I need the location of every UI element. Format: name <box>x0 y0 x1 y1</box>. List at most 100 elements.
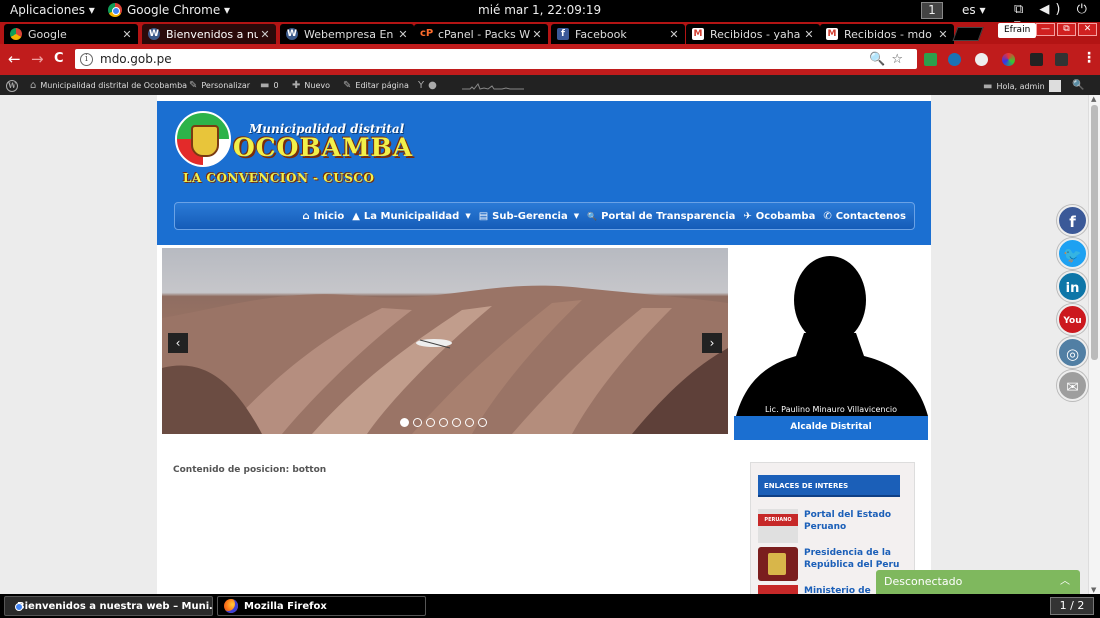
scroll-down-icon[interactable]: ▼ <box>1091 586 1096 594</box>
nav-sub-gerencia[interactable]: ▤ Sub-Gerencia ▼ <box>475 211 583 222</box>
facebook-icon[interactable]: f <box>1057 205 1088 236</box>
institution-icon: ▲ <box>352 210 360 222</box>
youtube-icon[interactable]: You <box>1057 304 1088 335</box>
close-icon[interactable]: ✕ <box>120 28 134 41</box>
admin-new[interactable]: ✚ Nuevo <box>292 80 330 91</box>
wordpress-icon: W <box>286 28 298 40</box>
reload-button[interactable]: C <box>54 50 64 68</box>
slider-prev-button[interactable]: ‹ <box>168 333 188 353</box>
nav-contactenos[interactable]: ✆ Contactenos <box>819 211 910 222</box>
logo-location: LA CONVENCION - CUSCO <box>183 171 375 185</box>
instagram-icon[interactable]: ◎ <box>1057 337 1088 368</box>
maximize-button[interactable]: ⧉ <box>1057 23 1076 36</box>
new-tab-button[interactable] <box>952 27 984 41</box>
extension-icon[interactable] <box>948 53 961 66</box>
chat-status-bar[interactable]: Desconectado ︿ <box>876 570 1080 594</box>
avatar <box>1048 80 1061 92</box>
slider-dot[interactable] <box>413 418 422 427</box>
main-nav: ⌂ Inicio ▲ La Municipalidad ▼ ▤ Sub-Gerencia… <box>174 202 915 230</box>
address-bar[interactable]: i mdo.gob.pe 🔍☆ <box>75 49 917 69</box>
close-icon[interactable]: ✕ <box>802 28 816 41</box>
home-icon: ⌂ <box>302 210 310 222</box>
slider-dot[interactable] <box>452 418 461 427</box>
wp-logo-button[interactable]: W <box>6 80 18 92</box>
nav-ocobamba[interactable]: ✈ Ocobamba <box>739 211 819 222</box>
forward-button[interactable]: → <box>31 50 44 68</box>
slider-dot[interactable] <box>465 418 474 427</box>
clock[interactable]: mié mar 1, 22:09:19 <box>478 3 601 17</box>
slider-dot[interactable] <box>439 418 448 427</box>
admin-site-name[interactable]: ⌂ Municipalidad distrital de Ocobamba <box>30 80 187 91</box>
omnibox-actions[interactable]: 🔍☆ <box>869 52 909 67</box>
extension-icon[interactable] <box>975 53 988 66</box>
taskbar-firefox-window[interactable]: Mozilla Firefox <box>217 596 426 616</box>
slider-dot[interactable] <box>426 418 435 427</box>
tab-google[interactable]: Google ✕ <box>4 24 138 44</box>
nav-inicio[interactable]: ⌂ Inicio <box>299 211 349 222</box>
pen-icon[interactable] <box>1055 53 1068 66</box>
linkedin-icon[interactable]: in <box>1057 271 1088 302</box>
chevron-up-icon[interactable]: ︿ <box>1060 570 1070 594</box>
plus-icon: ✚ <box>292 80 301 91</box>
nav-la-municipalidad[interactable]: ▲ La Municipalidad ▼ <box>348 211 475 222</box>
chrome-menu-icon[interactable]: ⋮ <box>1082 50 1096 66</box>
site-header: Municipalidad distrital OCOBAMBA LA CONV… <box>157 101 931 245</box>
chat-icon: ▬ <box>983 80 993 92</box>
link-title[interactable]: Portal del Estado Peruano <box>804 509 904 533</box>
slider-next-button[interactable]: › <box>702 333 722 353</box>
scroll-thumb[interactable] <box>1091 105 1098 360</box>
email-icon[interactable]: ✉ <box>1057 370 1088 401</box>
active-app-menu[interactable]: Google Chrome ▾ <box>108 3 230 17</box>
language-selector[interactable]: es ▾ <box>962 3 985 17</box>
taskbar-chrome-window[interactable]: Bienvenidos a nuestra web – Muni… <box>4 596 213 616</box>
tab-gmail-mdo[interactable]: M Recibidos - mdo ✕ <box>820 24 954 44</box>
stats-sparkline[interactable] <box>462 81 524 90</box>
image-slider: ‹ › <box>160 246 730 436</box>
close-icon[interactable]: ✕ <box>936 28 950 41</box>
url-text[interactable]: mdo.gob.pe <box>100 52 869 66</box>
admin-search[interactable]: 🔍 <box>1072 80 1084 91</box>
color-picker-icon[interactable] <box>1002 53 1015 66</box>
twitter-icon[interactable]: 🐦 <box>1057 238 1088 269</box>
firefox-icon <box>224 599 238 613</box>
admin-account[interactable]: ▬ Hola, admin <box>983 80 1061 92</box>
workspace-indicator[interactable]: 1 <box>921 2 943 19</box>
admin-customize[interactable]: ✎ Personalizar <box>189 80 250 91</box>
social-glyph: ◎ <box>1065 345 1080 363</box>
minimize-button[interactable]: — <box>1036 23 1055 36</box>
applications-menu[interactable]: Aplicaciones ▾ <box>10 3 95 17</box>
admin-edit-page[interactable]: ✎ Editar página <box>343 80 409 91</box>
close-icon[interactable]: ✕ <box>396 28 410 41</box>
mayor-title[interactable]: Alcalde Distrital <box>734 416 928 440</box>
workspace-pager[interactable]: 1 / 2 <box>1050 597 1094 615</box>
scroll-up-icon[interactable]: ▲ <box>1091 95 1096 103</box>
slider-dot[interactable] <box>478 418 487 427</box>
logo-title[interactable]: OCOBAMBA <box>233 133 413 162</box>
close-icon[interactable]: ✕ <box>530 28 544 41</box>
site-info-icon[interactable]: i <box>80 52 93 66</box>
thumb-label: PERUANO <box>758 514 798 526</box>
vertical-scrollbar[interactable]: ▲ ▼ <box>1088 95 1100 594</box>
social-glyph: You <box>1063 316 1082 326</box>
back-button[interactable]: ← <box>8 50 21 68</box>
municipal-emblem[interactable] <box>175 111 231 167</box>
close-icon[interactable]: ✕ <box>258 28 272 41</box>
link-title[interactable]: Presidencia de la República del Peru <box>804 547 904 571</box>
admin-seo-menu[interactable]: Y ● <box>418 80 437 91</box>
close-icon[interactable]: ✕ <box>667 28 681 41</box>
window-close-button[interactable]: ✕ <box>1078 23 1097 36</box>
link-thumbnail: PERUANO <box>758 509 798 543</box>
tab-webempresa[interactable]: W Webempresa En ✕ <box>280 24 414 44</box>
nav-portal-transparencia[interactable]: 🔍 Portal de Transparencia <box>583 211 739 222</box>
extension-icon[interactable] <box>1030 53 1043 66</box>
tab-gmail-yahaira[interactable]: M Recibidos - yaha ✕ <box>686 24 820 44</box>
tab-facebook[interactable]: f Facebook ✕ <box>551 24 685 44</box>
admin-comments[interactable]: ▬ 0 <box>260 80 279 91</box>
tab-cpanel[interactable]: cP cPanel - Packs W ✕ <box>414 24 548 44</box>
link-item[interactable]: PERUANO Portal del Estado Peruano <box>758 509 908 545</box>
tab-bienvenidos[interactable]: W Bienvenidos a nu ✕ <box>142 24 276 44</box>
extension-icon[interactable] <box>924 53 937 66</box>
slider-dot[interactable] <box>400 418 409 427</box>
profile-button[interactable]: Efrain <box>998 23 1037 38</box>
page-viewport: Municipalidad distrital OCOBAMBA LA CONV… <box>0 95 1088 594</box>
